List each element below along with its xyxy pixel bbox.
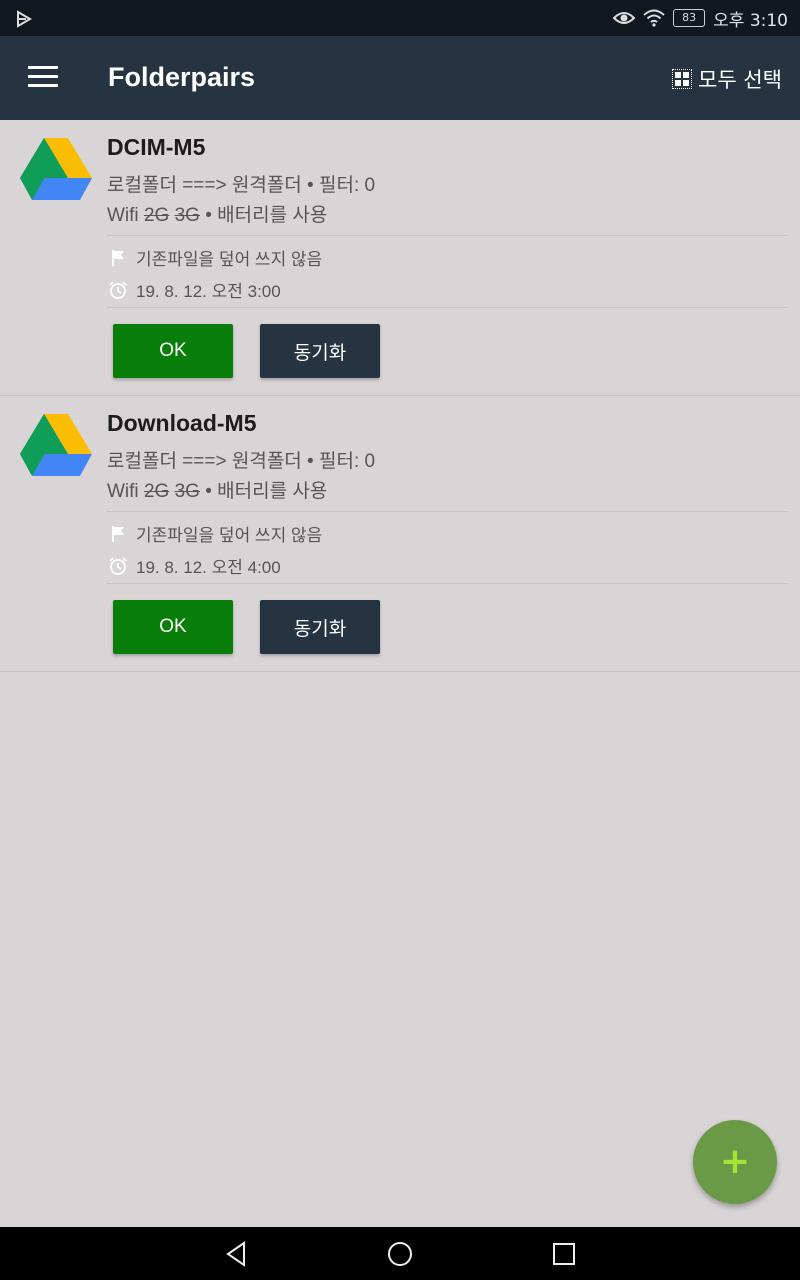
system-nav-bar — [0, 1227, 800, 1280]
battery-icon: 83 — [673, 9, 706, 27]
wifi-icon — [643, 9, 665, 27]
divider — [107, 511, 788, 512]
eye-icon — [613, 12, 636, 24]
network-2g-disabled: 2G — [143, 481, 170, 502]
ok-button[interactable]: OK — [113, 600, 233, 654]
google-drive-icon — [20, 414, 92, 476]
divider — [107, 307, 788, 308]
divider — [107, 583, 788, 584]
network-3g-disabled: 3G — [174, 481, 200, 502]
overwrite-row: 기존파일을 덮어 쓰지 않음 — [108, 521, 322, 546]
sync-button[interactable]: 동기화 — [260, 324, 380, 378]
schedule-row: 19. 8. 12. 오전 3:00 — [108, 277, 281, 302]
page-title: Folderpairs — [108, 62, 256, 92]
back-icon[interactable] — [222, 1239, 252, 1269]
flag-icon — [112, 525, 124, 542]
schedule-row: 19. 8. 12. 오전 4:00 — [108, 553, 281, 578]
overwrite-row: 기존파일을 덮어 쓰지 않음 — [108, 245, 322, 270]
folderpair-card[interactable]: DCIM-M5 로컬폴더 ===> 원격폴더 • 필터: 0 Wifi 2G 3… — [0, 120, 800, 396]
folderpair-name: Download-M5 — [107, 410, 257, 436]
add-folderpair-button[interactable]: + — [693, 1120, 777, 1204]
network-3g-disabled: 3G — [174, 205, 200, 226]
folderpair-direction: 로컬폴더 ===> 원격폴더 • 필터: 0 — [107, 451, 376, 472]
alarm-clock-icon — [109, 280, 127, 299]
select-all-button[interactable]: 모두 선택 — [672, 64, 782, 94]
select-all-icon — [672, 69, 693, 89]
folderpair-conditions: Wifi 2G 3G • 배터리를 사용 — [107, 205, 328, 226]
sync-button[interactable]: 동기화 — [260, 600, 380, 654]
divider — [107, 235, 788, 236]
flag-icon — [112, 249, 124, 266]
folderpair-name: DCIM-M5 — [107, 134, 206, 160]
status-time: 오후 3:10 — [713, 10, 788, 31]
menu-icon[interactable] — [28, 66, 58, 90]
status-bar: 83 오후 3:10 — [0, 0, 800, 36]
ok-button[interactable]: OK — [113, 324, 233, 378]
alarm-clock-icon — [109, 556, 127, 575]
google-drive-icon — [20, 138, 92, 200]
folderpair-direction: 로컬폴더 ===> 원격폴더 • 필터: 0 — [107, 175, 376, 196]
home-icon[interactable] — [385, 1239, 415, 1269]
plus-icon: + — [719, 1141, 751, 1182]
select-all-label: 모두 선택 — [698, 68, 782, 92]
folderpair-card[interactable]: Download-M5 로컬폴더 ===> 원격폴더 • 필터: 0 Wifi … — [0, 396, 800, 672]
play-store-notification-icon — [17, 10, 32, 28]
recents-icon[interactable] — [549, 1239, 579, 1269]
app-bar: Folderpairs 모두 선택 — [0, 36, 800, 120]
network-2g-disabled: 2G — [143, 205, 170, 226]
folderpair-conditions: Wifi 2G 3G • 배터리를 사용 — [107, 481, 328, 502]
